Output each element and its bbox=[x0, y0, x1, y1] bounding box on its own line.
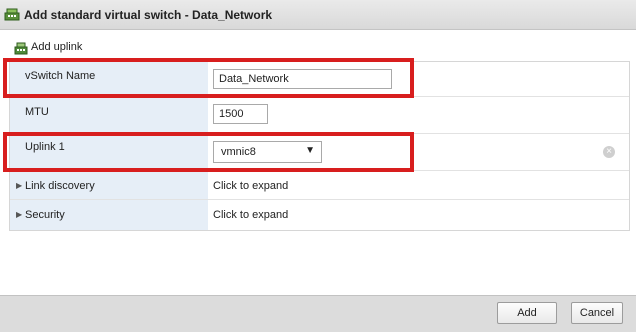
link-discovery-expand-text[interactable]: Click to expand bbox=[213, 180, 288, 192]
add-uplink-label: Add uplink bbox=[31, 41, 83, 53]
vswitch-name-value-cell bbox=[208, 62, 629, 96]
virtual-switch-icon bbox=[4, 8, 20, 21]
security-expand-text[interactable]: Click to expand bbox=[213, 209, 288, 221]
uplink1-row: Uplink 1 vmnic8 ▼ × bbox=[10, 134, 629, 171]
vswitch-name-row: vSwitch Name bbox=[10, 62, 629, 97]
mtu-input[interactable] bbox=[213, 104, 268, 124]
security-row[interactable]: ▶ Security Click to expand bbox=[10, 200, 629, 230]
mtu-label: MTU bbox=[25, 106, 49, 118]
cancel-button[interactable]: Cancel bbox=[571, 302, 623, 324]
dialog-titlebar: Add standard virtual switch - Data_Netwo… bbox=[0, 0, 636, 30]
link-discovery-label-cell: ▶ Link discovery bbox=[10, 171, 208, 199]
mtu-value-cell bbox=[208, 97, 629, 133]
dialog-title: Add standard virtual switch - Data_Netwo… bbox=[24, 8, 273, 22]
uplink1-label: Uplink 1 bbox=[25, 141, 65, 153]
vswitch-name-input[interactable] bbox=[213, 69, 392, 89]
vswitch-form: vSwitch Name MTU Uplink 1 vmnic8 ▼ × ▶ bbox=[9, 61, 630, 231]
link-discovery-row[interactable]: ▶ Link discovery Click to expand bbox=[10, 171, 629, 200]
uplink1-select[interactable]: vmnic8 ▼ bbox=[213, 141, 322, 163]
security-label-cell: ▶ Security bbox=[10, 200, 208, 230]
link-discovery-value-cell: Click to expand bbox=[208, 171, 629, 199]
dialog-footer: Add Cancel bbox=[0, 295, 636, 332]
expand-triangle-icon: ▶ bbox=[16, 181, 23, 190]
security-value-cell: Click to expand bbox=[208, 200, 629, 230]
add-button[interactable]: Add bbox=[497, 302, 557, 324]
uplink1-value-cell: vmnic8 ▼ × bbox=[208, 134, 629, 170]
add-uplink-icon bbox=[14, 42, 28, 55]
link-discovery-label: Link discovery bbox=[25, 180, 95, 192]
remove-circle-icon[interactable]: × bbox=[603, 146, 615, 158]
security-label: Security bbox=[25, 209, 65, 221]
expand-triangle-icon: ▶ bbox=[16, 210, 23, 219]
chevron-down-icon: ▼ bbox=[305, 145, 315, 156]
uplink1-selected-value: vmnic8 bbox=[221, 146, 256, 158]
vswitch-name-label-cell: vSwitch Name bbox=[10, 62, 208, 96]
mtu-row: MTU bbox=[10, 97, 629, 134]
uplink1-label-cell: Uplink 1 bbox=[10, 134, 208, 170]
vswitch-name-label: vSwitch Name bbox=[25, 70, 96, 82]
mtu-label-cell: MTU bbox=[10, 97, 208, 133]
